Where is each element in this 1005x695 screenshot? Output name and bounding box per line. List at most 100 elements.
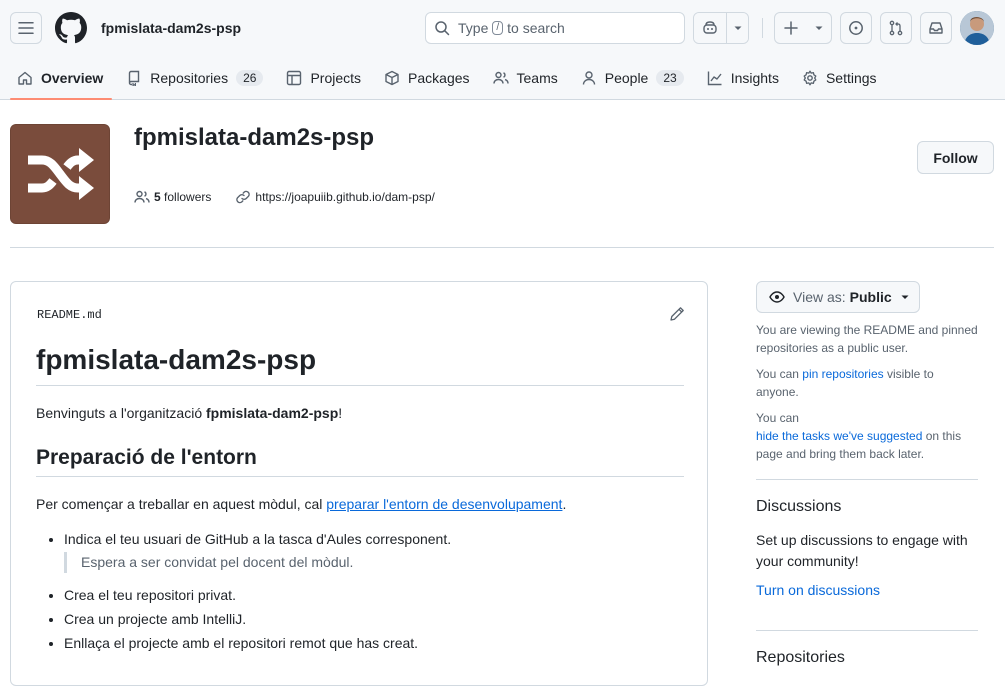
search-suffix: to search	[507, 20, 565, 36]
git-pull-request-icon	[889, 20, 903, 36]
pin-note: You can pin repositories visible to anyo…	[756, 365, 978, 401]
search-input[interactable]: Type / to search	[425, 12, 685, 44]
app-header: fpmislata-dam2s-psp Type / to search	[0, 0, 1005, 56]
issues-button[interactable]	[840, 12, 872, 44]
readme-intro: Per començar a treballar en aquest mòdul…	[36, 494, 684, 515]
tab-people[interactable]: People 23	[572, 56, 693, 99]
issue-opened-icon	[849, 21, 863, 35]
tab-packages[interactable]: Packages	[375, 56, 478, 99]
pencil-icon	[670, 307, 684, 321]
readme-heading: fpmislata-dam2s-psp	[36, 342, 684, 386]
followers-link[interactable]: 5 followers	[134, 189, 211, 205]
intro-suffix: .	[562, 496, 567, 512]
tab-label: Packages	[408, 69, 470, 86]
plus-icon	[783, 21, 798, 35]
tab-repositories[interactable]: Repositories 26	[117, 56, 272, 99]
list-item-text: Indica el teu usuari de GitHub a la tasc…	[64, 531, 452, 547]
gear-icon	[803, 70, 817, 85]
repositories-counter: 26	[236, 69, 264, 86]
tab-label: Settings	[825, 69, 877, 86]
turn-on-discussions-link[interactable]: Turn on discussions	[756, 582, 978, 598]
tab-overview[interactable]: Overview	[8, 56, 113, 100]
hide-note-prefix: You can	[756, 411, 799, 425]
view-as-dropdown[interactable]: View as: Public	[756, 281, 920, 313]
follow-button[interactable]: Follow	[917, 141, 994, 174]
org-avatar	[10, 124, 110, 224]
copilot-icon	[703, 21, 717, 34]
org-name: fpmislata-dam2s-psp	[134, 124, 375, 151]
public-view-note: You are viewing the README and pinned re…	[756, 323, 978, 355]
github-logo-icon[interactable]	[55, 12, 87, 44]
triangle-down-icon	[815, 26, 822, 30]
hide-tasks-link[interactable]: hide the tasks we've suggested	[756, 429, 922, 443]
tab-settings[interactable]: Settings	[793, 56, 886, 99]
inbox-button[interactable]	[920, 12, 952, 44]
search-icon	[435, 21, 450, 36]
pull-requests-button[interactable]	[880, 12, 912, 44]
pin-repositories-link[interactable]: pin repositories	[802, 367, 883, 381]
readme-welcome: Benvinguts a l'organització fpmislata-da…	[36, 403, 684, 424]
setup-environment-link[interactable]: preparar l'entorn de desenvolupament	[326, 496, 562, 512]
website-link[interactable]: https://joapuiib.github.io/dam-psp/	[235, 189, 435, 205]
list-item: Indica el teu usuari de GitHub a la tasc…	[64, 529, 684, 573]
copilot-button-group	[693, 12, 749, 44]
menu-button[interactable]	[10, 12, 42, 44]
followers-count: 5	[154, 190, 161, 204]
tab-teams[interactable]: Teams	[484, 56, 567, 99]
search-key-hint: /	[492, 21, 504, 35]
tab-projects[interactable]: Projects	[277, 56, 370, 99]
table-icon	[287, 70, 302, 85]
org-nav-tabs: Overview Repositories 26 Projects Packag…	[0, 56, 1005, 100]
sidebar-divider	[756, 630, 978, 631]
tab-label: Projects	[310, 69, 362, 86]
readme-content: fpmislata-dam2s-psp Benvinguts a l'organ…	[36, 342, 684, 654]
readme-card: README.md fpmislata-dam2s-psp Benvinguts…	[10, 281, 708, 686]
tab-label: People	[604, 69, 649, 86]
people-icon	[492, 71, 509, 84]
tab-label: Insights	[730, 69, 779, 86]
intro-text: Per començar a treballar en aquest mòdul…	[36, 496, 327, 512]
repo-icon	[129, 70, 140, 86]
list-item: Crea un projecte amb IntelliJ.	[64, 609, 684, 630]
tab-insights[interactable]: Insights	[698, 56, 788, 99]
person-icon	[582, 70, 595, 85]
repositories-title: Repositories	[756, 649, 845, 666]
header-org-title[interactable]: fpmislata-dam2s-psp	[101, 20, 241, 36]
followers-label: followers	[164, 190, 212, 204]
hide-tasks-note: You can hide the tasks we've suggested on…	[756, 409, 978, 463]
inbox-icon	[929, 22, 943, 34]
tab-label: Repositories	[150, 69, 229, 86]
welcome-suffix: !	[338, 405, 343, 421]
graph-icon	[707, 71, 722, 85]
user-avatar[interactable]	[960, 11, 994, 45]
copilot-button[interactable]	[694, 13, 726, 43]
view-as-value: Public	[849, 289, 892, 305]
hamburger-icon	[18, 22, 34, 34]
package-icon	[385, 70, 399, 85]
view-as-label: View as:	[793, 289, 846, 305]
welcome-org: fpmislata-dam2-psp	[206, 405, 339, 421]
sidebar-divider	[756, 479, 978, 480]
tab-label: Overview	[41, 69, 104, 86]
triangle-down-icon	[734, 26, 741, 30]
triangle-down-icon	[901, 295, 909, 299]
readme-quote: Espera a ser convidat pel docent del mòd…	[64, 552, 684, 573]
copilot-dropdown-button[interactable]	[726, 13, 748, 43]
people-icon	[134, 190, 150, 203]
search-prefix: Type	[458, 20, 489, 36]
people-counter: 23	[656, 69, 684, 86]
list-item: Crea el teu repositori privat.	[64, 585, 684, 606]
eye-icon	[769, 291, 785, 303]
readme-filename: README.md	[37, 308, 102, 322]
user-avatar-image	[960, 11, 994, 45]
pin-note-prefix: You can	[756, 367, 803, 381]
sidebar: View as: Public You are viewing the READM…	[756, 281, 978, 667]
edit-readme-button[interactable]	[669, 306, 685, 325]
link-icon	[236, 190, 251, 204]
website-url: https://joapuiib.github.io/dam-psp/	[255, 190, 435, 204]
create-new-button[interactable]	[774, 12, 832, 44]
org-meta: 5 followers https://joapuiib.github.io/d…	[134, 189, 459, 205]
welcome-text: Benvinguts a l'organització	[36, 405, 206, 421]
readme-subheading: Preparació de l'entorn	[36, 446, 684, 477]
list-item: Enllaça el projecte amb el repositori re…	[64, 633, 684, 654]
